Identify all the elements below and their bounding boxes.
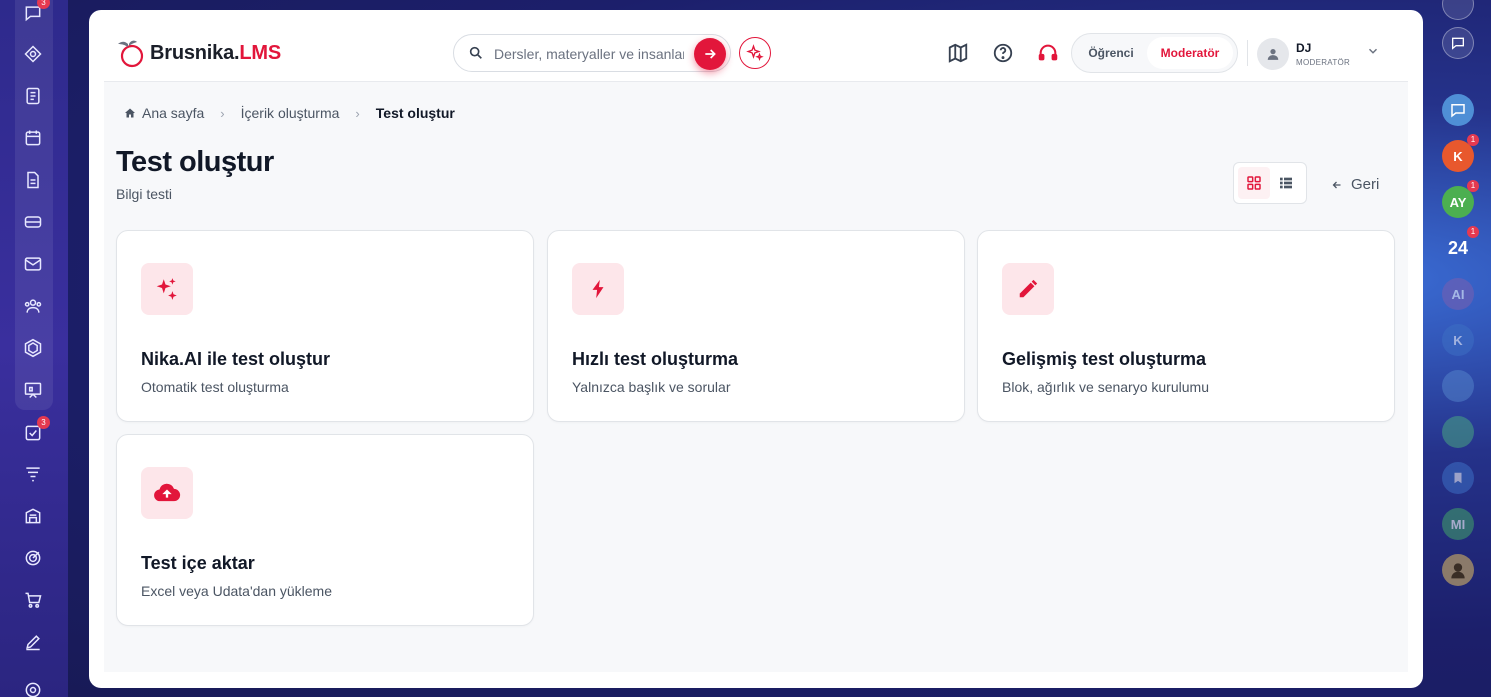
- settings-icon[interactable]: [22, 679, 44, 697]
- back-button[interactable]: Geri: [1331, 176, 1379, 193]
- search-bar: [453, 34, 731, 72]
- compass-icon[interactable]: [22, 43, 44, 65]
- search-icon: [469, 46, 482, 59]
- contact-avatar[interactable]: MI: [1442, 508, 1474, 540]
- rail-messages-icon[interactable]: [1442, 94, 1474, 126]
- breadcrumb-middle[interactable]: İçerik oluşturma: [241, 105, 340, 121]
- ai-assistant-button[interactable]: [739, 37, 771, 69]
- page-subtitle: Bilgi testi: [116, 186, 173, 202]
- card-description: Blok, ağırlık ve senaryo kurulumu: [1002, 379, 1209, 395]
- contact-badge: 1: [1467, 226, 1479, 238]
- top-bar: Brusnika.LMS Öğrenci Moderatör: [104, 10, 1408, 82]
- role-moderator-button[interactable]: Moderatör: [1147, 37, 1233, 69]
- bookmark-icon[interactable]: [1442, 462, 1474, 494]
- create-advanced-test-card[interactable]: Gelişmiş test oluşturma Blok, ağırlık ve…: [977, 230, 1395, 422]
- rail-contact[interactable]: 24 1: [1442, 226, 1479, 264]
- rail-group-icon[interactable]: [1442, 416, 1474, 448]
- role-switcher: Öğrenci Moderatör: [1071, 33, 1238, 73]
- breadcrumb-separator: ›: [220, 105, 225, 121]
- target-icon[interactable]: [22, 547, 44, 569]
- arrow-left-icon: [1332, 181, 1341, 188]
- brand-logo[interactable]: Brusnika.LMS: [116, 38, 281, 68]
- building-icon[interactable]: [22, 505, 44, 527]
- main-panel: Brusnika.LMS Öğrenci Moderatör: [89, 10, 1423, 688]
- breadcrumb-separator: ›: [355, 105, 360, 121]
- document-list-icon[interactable]: [22, 85, 44, 107]
- grid-icon: [1247, 176, 1261, 190]
- sparkles-icon: [746, 44, 764, 61]
- lightning-icon: [572, 263, 624, 315]
- brand-main: Brusnika.: [150, 41, 240, 64]
- rail-contact[interactable]: AY 1: [1442, 180, 1479, 218]
- user-role: MODERATÖR: [1296, 58, 1351, 67]
- search-submit-button[interactable]: [694, 38, 726, 70]
- contact-avatar[interactable]: K: [1442, 324, 1474, 356]
- mail-icon[interactable]: [22, 253, 44, 275]
- import-test-card[interactable]: Test içe aktar Excel veya Udata'dan yükl…: [116, 434, 534, 626]
- user-icon: [1267, 49, 1279, 60]
- arrow-right-icon: [705, 49, 716, 59]
- edit-icon[interactable]: [22, 631, 44, 653]
- user-name: DJ: [1296, 41, 1312, 55]
- back-label: Geri: [1351, 176, 1380, 193]
- content-area: Ana sayfa › İçerik oluşturma › Test oluş…: [104, 82, 1408, 672]
- grid-view-button[interactable]: [1238, 167, 1270, 199]
- filter-icon[interactable]: [22, 463, 44, 485]
- support-icon[interactable]: [1037, 42, 1059, 64]
- checklist-badge: 3: [37, 416, 50, 429]
- brand-name: Brusnika.LMS: [150, 42, 281, 65]
- role-student-button[interactable]: Öğrenci: [1075, 37, 1147, 69]
- breadcrumb-current: Test oluştur: [375, 105, 455, 121]
- card-description: Yalnızca başlık ve sorular: [572, 379, 731, 395]
- card-description: Excel veya Udata'dan yükleme: [141, 583, 332, 599]
- brand-accent: LMS: [239, 41, 281, 64]
- user-meta: DJ MODERATÖR: [1296, 41, 1350, 67]
- search-input[interactable]: [494, 44, 684, 64]
- avatar[interactable]: [1442, 554, 1474, 586]
- home-icon: [125, 108, 135, 118]
- list-view-button[interactable]: [1270, 167, 1302, 199]
- checklist-icon[interactable]: 3: [22, 416, 50, 444]
- rail-contact[interactable]: K 1: [1442, 134, 1479, 172]
- cloud-upload-icon: [141, 467, 193, 519]
- contact-badge: 1: [1467, 180, 1479, 192]
- right-rail: K 1 AY 1 24 1 AI K MI: [1430, 0, 1491, 697]
- breadcrumb-home[interactable]: Ana sayfa: [142, 105, 204, 121]
- logo-icon: [116, 38, 146, 68]
- rail-top-icon[interactable]: [1442, 0, 1474, 20]
- create-ai-test-card[interactable]: Nika.AI ile test oluştur Otomatik test o…: [116, 230, 534, 422]
- hexagon-icon[interactable]: [22, 337, 44, 359]
- create-quick-test-card[interactable]: Hızlı test oluşturma Yalnızca başlık ve …: [547, 230, 965, 422]
- list-icon: [1280, 177, 1292, 189]
- rail-chat-icon[interactable]: [1442, 27, 1474, 59]
- card-description: Otomatik test oluşturma: [141, 379, 289, 395]
- contact-badge: 1: [1467, 134, 1479, 146]
- avatar: [1257, 38, 1289, 70]
- card-title: Hızlı test oluşturma: [572, 349, 739, 369]
- chat-icon[interactable]: 3: [22, 0, 50, 24]
- left-sidebar: 3 3: [0, 0, 68, 697]
- file-icon[interactable]: [22, 169, 44, 191]
- help-icon[interactable]: [992, 42, 1014, 64]
- contact-avatar[interactable]: AI: [1442, 278, 1474, 310]
- calendar-icon[interactable]: [22, 127, 44, 149]
- breadcrumb: Ana sayfa › İçerik oluşturma › Test oluş…: [124, 105, 455, 121]
- cart-icon[interactable]: [22, 589, 44, 611]
- users-icon[interactable]: [22, 295, 44, 317]
- card-title: Gelişmiş test oluşturma: [1002, 349, 1207, 369]
- card-icon[interactable]: [22, 211, 44, 233]
- chevron-down-icon: [1369, 48, 1378, 54]
- view-toggle: [1233, 162, 1307, 204]
- presentation-icon[interactable]: [22, 379, 44, 401]
- card-title: Nika.AI ile test oluştur: [141, 349, 331, 369]
- pencil-icon: [1002, 263, 1054, 315]
- sparkles-icon: [141, 263, 193, 315]
- map-icon[interactable]: [947, 42, 969, 64]
- rail-group-icon[interactable]: [1442, 370, 1474, 402]
- card-title: Test içe aktar: [141, 553, 255, 573]
- divider: [1247, 40, 1248, 66]
- user-menu[interactable]: DJ MODERATÖR: [1257, 38, 1380, 70]
- page-title: Test oluştur: [116, 146, 274, 178]
